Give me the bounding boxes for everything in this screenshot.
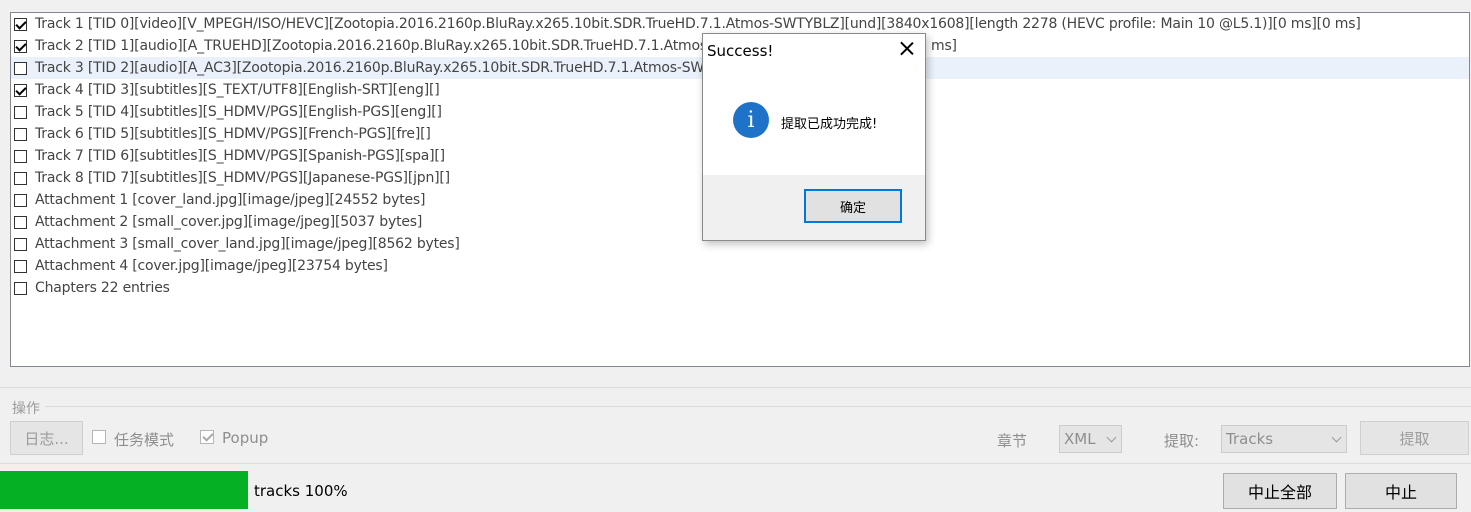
- progress-bar: [0, 471, 248, 509]
- dialog-message: 提取已成功完成!: [781, 117, 878, 132]
- chapters-format-select[interactable]: XML: [1059, 425, 1122, 453]
- abort-button[interactable]: 中止: [1345, 473, 1457, 509]
- abort-all-button[interactable]: 中止全部: [1223, 473, 1337, 509]
- extract-mode-value: Tracks: [1226, 430, 1274, 448]
- track-label: Track 7 [TID 6][subtitles][S_HDMV/PGS][S…: [35, 148, 445, 164]
- popup-checkbox[interactable]: [200, 430, 214, 444]
- track-checkbox[interactable]: [14, 171, 27, 185]
- track-label: Track 8 [TID 7][subtitles][S_HDMV/PGS][J…: [35, 170, 450, 186]
- operations-group-title: 操作: [12, 398, 42, 418]
- track-checkbox[interactable]: [14, 193, 27, 207]
- info-icon: i: [733, 102, 769, 138]
- track-checkbox[interactable]: [14, 237, 27, 251]
- track-checkbox[interactable]: [14, 105, 27, 119]
- track-label-tail: ms]: [931, 38, 957, 54]
- dialog-title: Success!: [707, 42, 774, 60]
- track-checkbox[interactable]: [14, 259, 27, 273]
- group-border: [45, 406, 1471, 407]
- track-label: Track 6 [TID 5][subtitles][S_HDMV/PGS][F…: [35, 126, 431, 142]
- progress-text: tracks 100%: [254, 482, 348, 500]
- chapters-label: 章节: [997, 432, 1028, 450]
- track-label: Attachment 2 [small_cover.jpg][image/jpe…: [35, 214, 423, 230]
- track-checkbox[interactable]: [14, 281, 27, 295]
- track-checkbox[interactable]: [14, 127, 27, 141]
- track-label: Track 2 [TID 1][audio][A_TRUEHD][Zootopi…: [35, 38, 735, 54]
- track-row[interactable]: Track 1 [TID 0][video][V_MPEGH/ISO/HEVC]…: [11, 13, 1469, 35]
- track-label: Track 3 [TID 2][audio][A_AC3][Zootopia.2…: [35, 60, 731, 76]
- extract-label: 提取:: [1164, 432, 1200, 450]
- track-label: Track 1 [TID 0][video][V_MPEGH/ISO/HEVC]…: [35, 16, 1361, 32]
- track-row[interactable]: Attachment 4 [cover.jpg][image/jpeg][237…: [11, 255, 1469, 277]
- track-checkbox[interactable]: [14, 215, 27, 229]
- dialog-footer: 确定: [703, 175, 925, 240]
- track-checkbox[interactable]: [14, 83, 27, 97]
- track-checkbox[interactable]: [14, 61, 27, 75]
- success-dialog: Success! i 提取已成功完成! 确定: [702, 33, 926, 241]
- track-label: Attachment 3 [small_cover_land.jpg][imag…: [35, 236, 460, 252]
- divider: [0, 387, 1471, 388]
- close-icon[interactable]: [899, 40, 915, 56]
- task-mode-checkbox[interactable]: [92, 430, 106, 444]
- track-label: Attachment 1 [cover_land.jpg][image/jpeg…: [35, 192, 426, 208]
- track-checkbox[interactable]: [14, 39, 27, 53]
- ok-button[interactable]: 确定: [804, 189, 902, 223]
- track-label: Chapters 22 entries: [35, 280, 170, 296]
- extract-mode-select[interactable]: Tracks: [1221, 425, 1347, 453]
- track-label: Track 5 [TID 4][subtitles][S_HDMV/PGS][E…: [35, 104, 442, 120]
- track-checkbox[interactable]: [14, 149, 27, 163]
- track-label: Attachment 4 [cover.jpg][image/jpeg][237…: [35, 258, 388, 274]
- track-row[interactable]: Chapters 22 entries: [11, 277, 1469, 299]
- divider: [0, 463, 1471, 464]
- log-button[interactable]: 日志...: [10, 421, 83, 455]
- track-label: Track 4 [TID 3][subtitles][S_TEXT/UTF8][…: [35, 82, 440, 98]
- extract-button[interactable]: 提取: [1360, 421, 1469, 455]
- task-mode-label: 任务模式: [114, 431, 175, 449]
- chevron-down-icon: [1331, 432, 1342, 443]
- popup-label: Popup: [222, 429, 269, 447]
- chevron-down-icon: [1106, 432, 1117, 443]
- chapters-format-value: XML: [1064, 430, 1096, 448]
- track-checkbox[interactable]: [14, 17, 27, 31]
